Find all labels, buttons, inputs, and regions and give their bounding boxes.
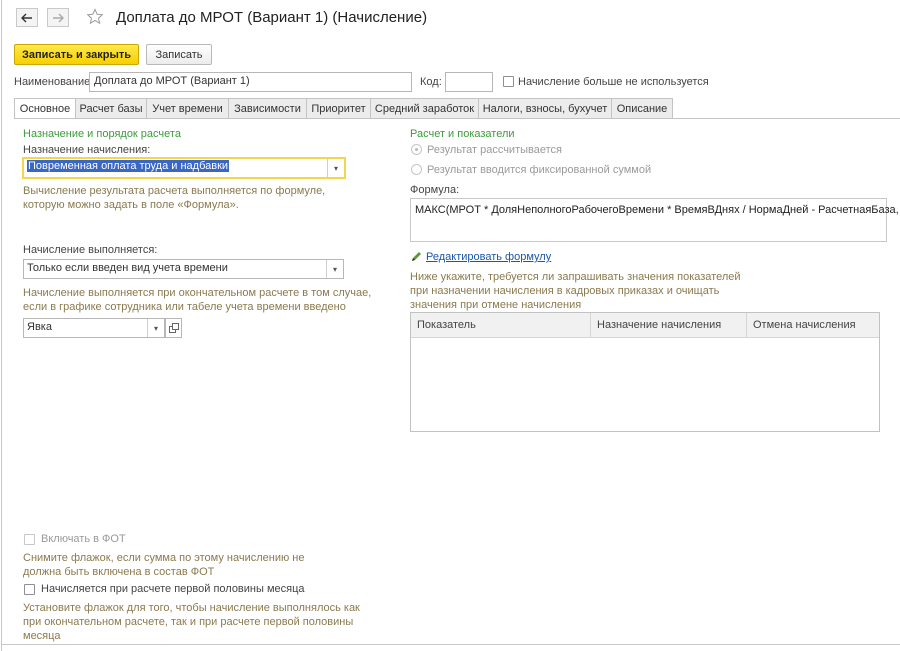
performed-hint-line1: Начисление выполняется при окончательном… — [23, 287, 372, 299]
fot-hint-line2: должна быть включена в состав ФОТ — [23, 566, 215, 578]
purpose-section-title: Назначение и порядок расчета — [23, 128, 181, 140]
save-and-close-button[interactable]: Записать и закрыть — [14, 44, 139, 65]
first-half-checkbox[interactable] — [24, 584, 35, 595]
arrow-right-icon — [53, 13, 64, 22]
arrow-left-icon — [21, 13, 32, 22]
first-half-label: Начисляется при расчете первой половины … — [41, 583, 305, 595]
table-header: Показатель Назначение начисления Отмена … — [411, 313, 879, 338]
first-half-hint-line2: при окончательном расчете, так и при рас… — [23, 616, 354, 628]
not-used-label: Начисление больше не используется — [518, 76, 709, 88]
window-border-left — [1, 0, 2, 651]
dropdown-arrow-icon[interactable]: ▾ — [147, 319, 164, 337]
time-type-value: Явка — [27, 321, 52, 333]
performed-value: Только если введен вид учета времени — [27, 262, 228, 274]
include-fot-label: Включать в ФОТ — [41, 533, 126, 545]
not-used-checkbox[interactable] — [503, 76, 514, 87]
first-half-hint-line3: месяца — [23, 630, 61, 642]
window-border-bottom — [1, 644, 900, 645]
indicators-table[interactable]: Показатель Назначение начисления Отмена … — [410, 312, 880, 432]
purpose-select[interactable]: Повременная оплата труда и надбавки ▾ — [22, 157, 346, 179]
dropdown-arrow-icon[interactable]: ▾ — [327, 159, 344, 177]
indicators-hint-line2: при назначении начисления в кадровых при… — [410, 285, 720, 297]
radio-fixed[interactable] — [411, 164, 422, 175]
tab-main[interactable]: Основное — [14, 98, 76, 119]
calc-section-title: Расчет и показатели — [410, 128, 515, 140]
tab-time-accounting[interactable]: Учет времени — [146, 98, 229, 118]
include-fot-checkbox[interactable] — [24, 534, 35, 545]
back-button[interactable] — [16, 8, 38, 27]
save-button[interactable]: Записать — [146, 44, 212, 65]
name-input[interactable]: Доплата до МРОТ (Вариант 1) — [89, 72, 412, 92]
performed-hint-line2: если в графике сотрудника или табеле уче… — [23, 301, 346, 313]
indicators-hint-line1: Ниже укажите, требуется ли запрашивать з… — [410, 271, 741, 283]
purpose-label: Назначение начисления: — [23, 144, 151, 156]
radio-fixed-label: Результат вводится фиксированной суммой — [427, 164, 652, 176]
fot-hint-line1: Снимите флажок, если сумма по этому начи… — [23, 552, 305, 564]
forward-button[interactable] — [47, 8, 69, 27]
purpose-hint-line1: Вычисление результата расчета выполняетс… — [23, 185, 326, 197]
open-form-icon — [169, 323, 179, 333]
radio-calculated[interactable] — [411, 144, 422, 155]
dropdown-arrow-icon[interactable]: ▾ — [326, 260, 343, 278]
open-time-type-button[interactable] — [165, 318, 182, 338]
page-title: Доплата до МРОТ (Вариант 1) (Начисление) — [116, 9, 428, 26]
star-icon[interactable] — [86, 8, 104, 26]
name-label: Наименование: — [14, 76, 94, 88]
tab-divider — [14, 118, 900, 119]
tab-dependencies[interactable]: Зависимости — [228, 98, 307, 118]
formula-field[interactable]: МАКС(МРОТ * ДоляНеполногоРабочегоВремени… — [410, 198, 900, 242]
first-half-hint-line1: Установите флажок для того, чтобы начисл… — [23, 602, 360, 614]
column-header-indicator[interactable]: Показатель — [411, 313, 591, 337]
code-input[interactable] — [445, 72, 493, 92]
edit-formula-link[interactable]: Редактировать формулу — [426, 251, 551, 263]
tab-average-earnings[interactable]: Средний заработок — [370, 98, 479, 118]
code-label: Код: — [420, 76, 442, 88]
column-header-cancel[interactable]: Отмена начисления — [747, 313, 879, 337]
tab-base-calc[interactable]: Расчет базы — [75, 98, 147, 118]
indicators-hint-line3: значения при отмене начисления — [410, 299, 582, 311]
formula-label: Формула: — [410, 184, 460, 196]
radio-calculated-label: Результат рассчитывается — [427, 144, 562, 156]
tab-priority[interactable]: Приоритет — [306, 98, 371, 118]
column-header-assignment[interactable]: Назначение начисления — [591, 313, 747, 337]
tab-bar: Основное Расчет базы Учет времени Зависи… — [14, 98, 673, 119]
pencil-icon — [412, 252, 421, 261]
performed-label: Начисление выполняется: — [23, 244, 158, 256]
tab-taxes[interactable]: Налоги, взносы, бухучет — [478, 98, 612, 118]
tab-description[interactable]: Описание — [611, 98, 673, 118]
performed-select[interactable]: Только если введен вид учета времени ▾ — [23, 259, 344, 279]
purpose-hint-line2: которую можно задать в поле «Формула». — [23, 199, 239, 211]
purpose-value: Повременная оплата труда и надбавки — [27, 160, 230, 172]
time-type-select[interactable]: Явка ▾ — [23, 318, 165, 338]
